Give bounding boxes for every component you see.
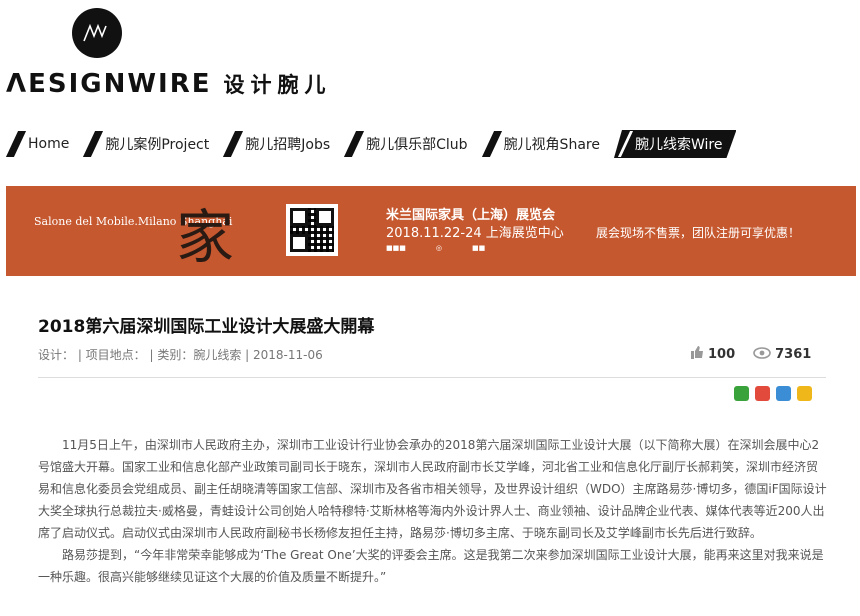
nav-item-club[interactable]: 腕儿俱乐部Club <box>344 130 468 158</box>
nav-item-share[interactable]: 腕儿视角Share <box>481 130 600 158</box>
nav-slash-icon <box>618 131 633 157</box>
nav-item-label: 腕儿线索Wire <box>634 137 723 153</box>
brand[interactable]: ΛESIGNWIRE 设计腕儿 <box>6 66 332 102</box>
nav-slash-icon <box>481 131 502 157</box>
banner-promo-text: 展会现场不售票，团队注册可享优惠！ <box>596 226 801 240</box>
nav-slash-icon <box>5 131 27 157</box>
nav-item-label: 腕儿视角Share <box>503 137 600 153</box>
view-count: 7361 <box>775 347 812 362</box>
article-meta: 设计： | 项目地点： | 类别：腕儿线索 | 2018-11-06 <box>38 348 323 362</box>
banner-jia-character: 家 <box>176 203 235 271</box>
logo-glyph <box>83 24 107 42</box>
article-title: 2018第六届深圳国际工业设计大展盛大開幕 <box>38 317 375 337</box>
partner-logo-icon: ■■■ <box>386 244 406 252</box>
partner-logo-icon: ◎ <box>435 244 442 252</box>
article-stats: 100 7361 <box>690 346 811 363</box>
article-body: 11月5日上午，由深圳市人民政府主办，深圳市工业设计行业协会承办的2018第六届… <box>38 434 828 588</box>
article-paragraph: 11月5日上午，由深圳市人民政府主办，深圳市工业设计行业协会承办的2018第六届… <box>38 438 827 540</box>
qr-code-icon <box>286 204 338 256</box>
pinterest-icon[interactable] <box>776 386 791 401</box>
brand-cn-name: 设计腕儿 <box>223 73 332 97</box>
nav-slash-icon <box>223 131 244 157</box>
thumbs-up-icon[interactable] <box>690 346 704 363</box>
nav-item-home[interactable]: Home <box>5 130 70 158</box>
divider <box>38 377 826 378</box>
nav-item-label: Home <box>28 136 70 152</box>
nav-item-label: 腕儿招聘Jobs <box>245 137 331 153</box>
nav-slash-icon <box>344 131 365 157</box>
nav-item-label: 腕儿案例Project <box>105 137 210 153</box>
banner-date-venue: 2018.11.22-24 上海展览中心 <box>386 226 564 241</box>
banner-title: 米兰国际家具（上海）展览会 <box>386 208 556 223</box>
share-bar <box>734 386 812 401</box>
like-count: 100 <box>708 347 736 362</box>
partner-logo-icon: ■■ <box>471 244 486 252</box>
article-paragraph: 路易莎提到，“今年非常荣幸能够成为‘The Great One’大奖的评委会主席… <box>38 548 824 584</box>
nav-item-jobs[interactable]: 腕儿招聘Jobs <box>223 130 330 158</box>
nav-slash-icon <box>83 131 104 157</box>
eye-icon <box>753 346 771 363</box>
nav-item-project[interactable]: 腕儿案例Project <box>83 130 209 158</box>
wechat-icon[interactable] <box>734 386 749 401</box>
logo-mark[interactable] <box>72 8 122 58</box>
banner-partner-logos: ■■■ ◎ ■■ <box>386 244 485 252</box>
nav-item-label: 腕儿俱乐部Club <box>366 137 468 153</box>
nav-item-wire[interactable]: 腕儿线索Wire <box>614 130 737 158</box>
weibo-icon[interactable] <box>755 386 770 401</box>
brand-wordmark: ΛESIGNWIRE <box>6 69 212 99</box>
qzone-icon[interactable] <box>797 386 812 401</box>
main-nav: Home 腕儿案例Project 腕儿招聘Jobs 腕儿俱乐部Club 腕儿视角… <box>5 130 750 158</box>
ad-banner[interactable]: Salone del Mobile.Milano Shanghai 家 米兰国际… <box>6 186 856 276</box>
